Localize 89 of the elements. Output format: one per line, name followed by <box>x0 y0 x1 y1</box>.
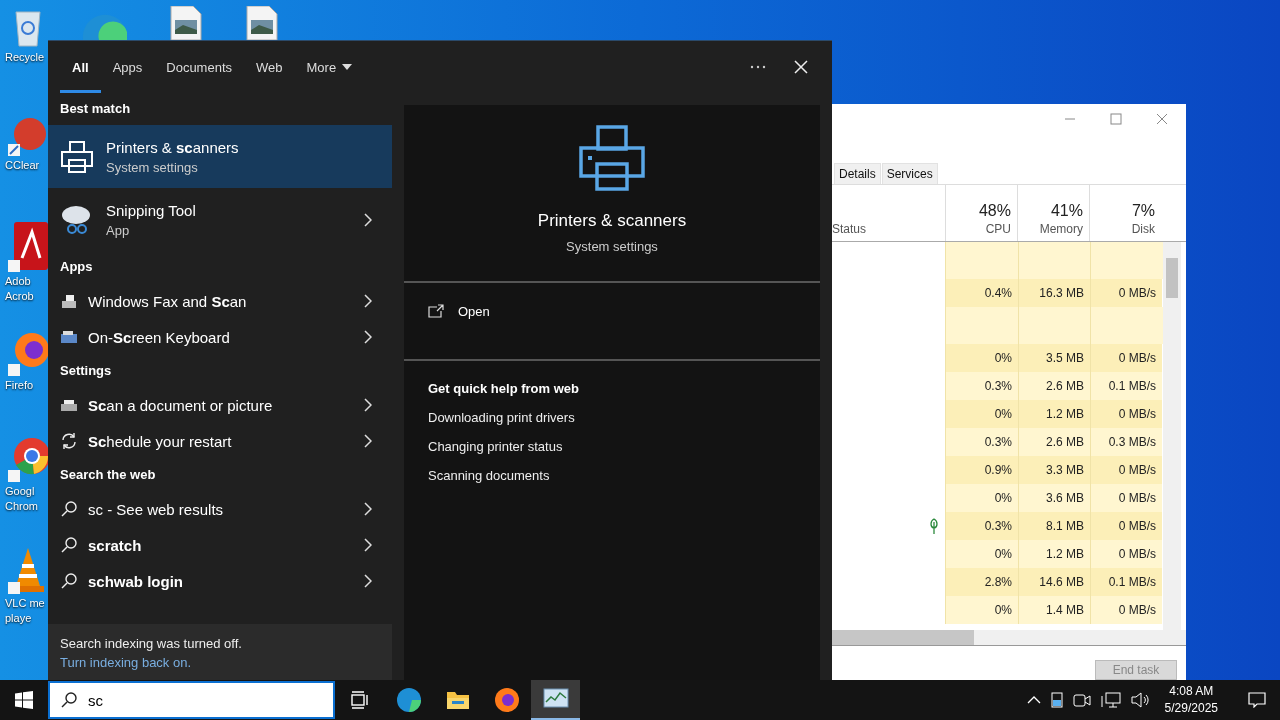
search-tab[interactable]: All <box>60 44 101 93</box>
search-result[interactable]: sc - See web results <box>48 491 392 527</box>
table-cell: 0 MB/s <box>1090 456 1162 484</box>
table-cell: 0.9% <box>945 456 1018 484</box>
help-link[interactable]: Scanning documents <box>428 468 796 483</box>
clock-time[interactable]: 4:08 AM <box>1169 683 1214 700</box>
search-tab[interactable]: More <box>294 44 365 93</box>
table-cell: 0 MB/s <box>1090 400 1162 428</box>
result-subtitle: App <box>106 222 131 238</box>
desktop-icon-label: CClear <box>5 158 40 173</box>
table-cell: 0% <box>945 400 1018 428</box>
turn-indexing-on-link[interactable]: Turn indexing back on. <box>60 654 380 670</box>
search-result[interactable]: On-Screen Keyboard <box>48 319 392 355</box>
table-cell: 1.2 MB <box>1018 400 1090 428</box>
taskbar-search-field[interactable]: sc <box>48 681 335 719</box>
search-result[interactable]: Schedule your restart <box>48 423 392 459</box>
desktop-icon-label: VLC me <box>5 596 45 611</box>
search-tab[interactable]: Documents <box>154 44 244 93</box>
preview-subtitle: System settings <box>566 239 658 254</box>
table-cell: 2.8% <box>945 568 1018 596</box>
desktop-icon-label: Firefo <box>5 378 34 393</box>
column-header[interactable]: 41% Memory <box>1017 185 1089 241</box>
table-cell: 0.4% <box>945 279 1018 307</box>
result-title: On-Screen Keyboard <box>88 328 231 346</box>
result-title: Scan a document or picture <box>88 396 274 414</box>
table-cell: 0 MB/s <box>1090 540 1162 568</box>
search-result[interactable]: Printers & scanners System settings <box>48 125 392 188</box>
desktop-icon-label: Chrom <box>5 499 38 514</box>
table-cell: 0.1 MB/s <box>1090 568 1162 596</box>
preview-title: Printers & scanners <box>537 211 687 231</box>
table-cell: 0 MB/s <box>1090 596 1162 624</box>
column-header[interactable]: Status <box>832 185 945 241</box>
search-result[interactable]: Windows Fax and Scan <box>48 283 392 319</box>
desktop-icon-label: playe <box>5 611 32 626</box>
table-cell: 2.6 MB <box>1018 372 1090 400</box>
table-cell: 2.6 MB <box>1018 428 1090 456</box>
desktop-icon-label: Adob <box>5 274 31 289</box>
table-cell: 3.6 MB <box>1018 484 1090 512</box>
table-cell: 0 MB/s <box>1090 512 1162 540</box>
table-cell: 1.4 MB <box>1018 596 1090 624</box>
table-cell: 0% <box>945 596 1018 624</box>
notice-text: Search indexing was turned off. <box>60 635 243 651</box>
table-cell: 0.1 MB/s <box>1090 372 1162 400</box>
table-cell: 0 MB/s <box>1090 344 1162 372</box>
table-cell: 1.2 MB <box>1018 540 1090 568</box>
search-result[interactable]: scratch <box>48 527 392 563</box>
table-cell: 14.6 MB <box>1018 568 1090 596</box>
section-heading: Apps <box>59 258 94 276</box>
table-cell: 0.3% <box>945 372 1018 400</box>
help-link[interactable]: Changing printer status <box>428 439 796 454</box>
table-cell: 0.3% <box>945 428 1018 456</box>
section-heading: Best match <box>59 100 132 118</box>
tab[interactable]: Services <box>881 163 938 184</box>
search-tab[interactable]: Apps <box>100 44 155 93</box>
section-heading: Settings <box>59 362 113 380</box>
result-title: schwab login <box>88 572 184 590</box>
result-title: sc - See web results <box>88 500 225 518</box>
result-title: Snipping Tool <box>106 201 197 219</box>
open-button[interactable]: Open <box>404 283 820 339</box>
table-cell: 0% <box>945 344 1018 372</box>
help-heading: Get quick help from web <box>428 381 580 396</box>
table-cell: 0% <box>945 484 1018 512</box>
desktop-icon-label: Recycle <box>5 50 45 65</box>
help-link[interactable]: Downloading print drivers <box>428 410 796 425</box>
table-cell: 8.1 MB <box>1018 512 1090 540</box>
search-result[interactable]: Snipping Tool App <box>48 188 392 251</box>
table-cell: 0% <box>945 540 1018 568</box>
column-header[interactable]: 48% CPU <box>945 185 1017 241</box>
table-cell: 0 MB/s <box>1090 484 1162 512</box>
result-title: Printers & scanners <box>106 138 240 156</box>
search-tab[interactable]: Web <box>244 44 295 93</box>
desktop-icon-label: Acrob <box>5 289 34 304</box>
table-cell: 0.3 MB/s <box>1090 428 1162 456</box>
result-title: Schedule your restart <box>88 432 233 450</box>
table-cell: 3.3 MB <box>1018 456 1090 484</box>
tab[interactable]: Details <box>834 163 881 184</box>
search-result[interactable]: schwab login <box>48 563 392 599</box>
result-title: scratch <box>88 536 143 554</box>
section-heading: Search the web <box>59 466 157 484</box>
desktop-icon-label: Googl <box>5 484 35 499</box>
table-cell: 3.5 MB <box>1018 344 1090 372</box>
table-cell: 0.3% <box>945 512 1018 540</box>
clock-date[interactable]: 5/29/2025 <box>1164 700 1218 717</box>
table-cell: 0 MB/s <box>1090 279 1162 307</box>
search-result[interactable]: Scan a document or picture <box>48 387 392 423</box>
table-cell: 16.3 MB <box>1018 279 1090 307</box>
result-subtitle: System settings <box>106 159 199 175</box>
result-title: Windows Fax and Scan <box>88 292 248 310</box>
column-header[interactable]: 7% Disk <box>1089 185 1161 241</box>
